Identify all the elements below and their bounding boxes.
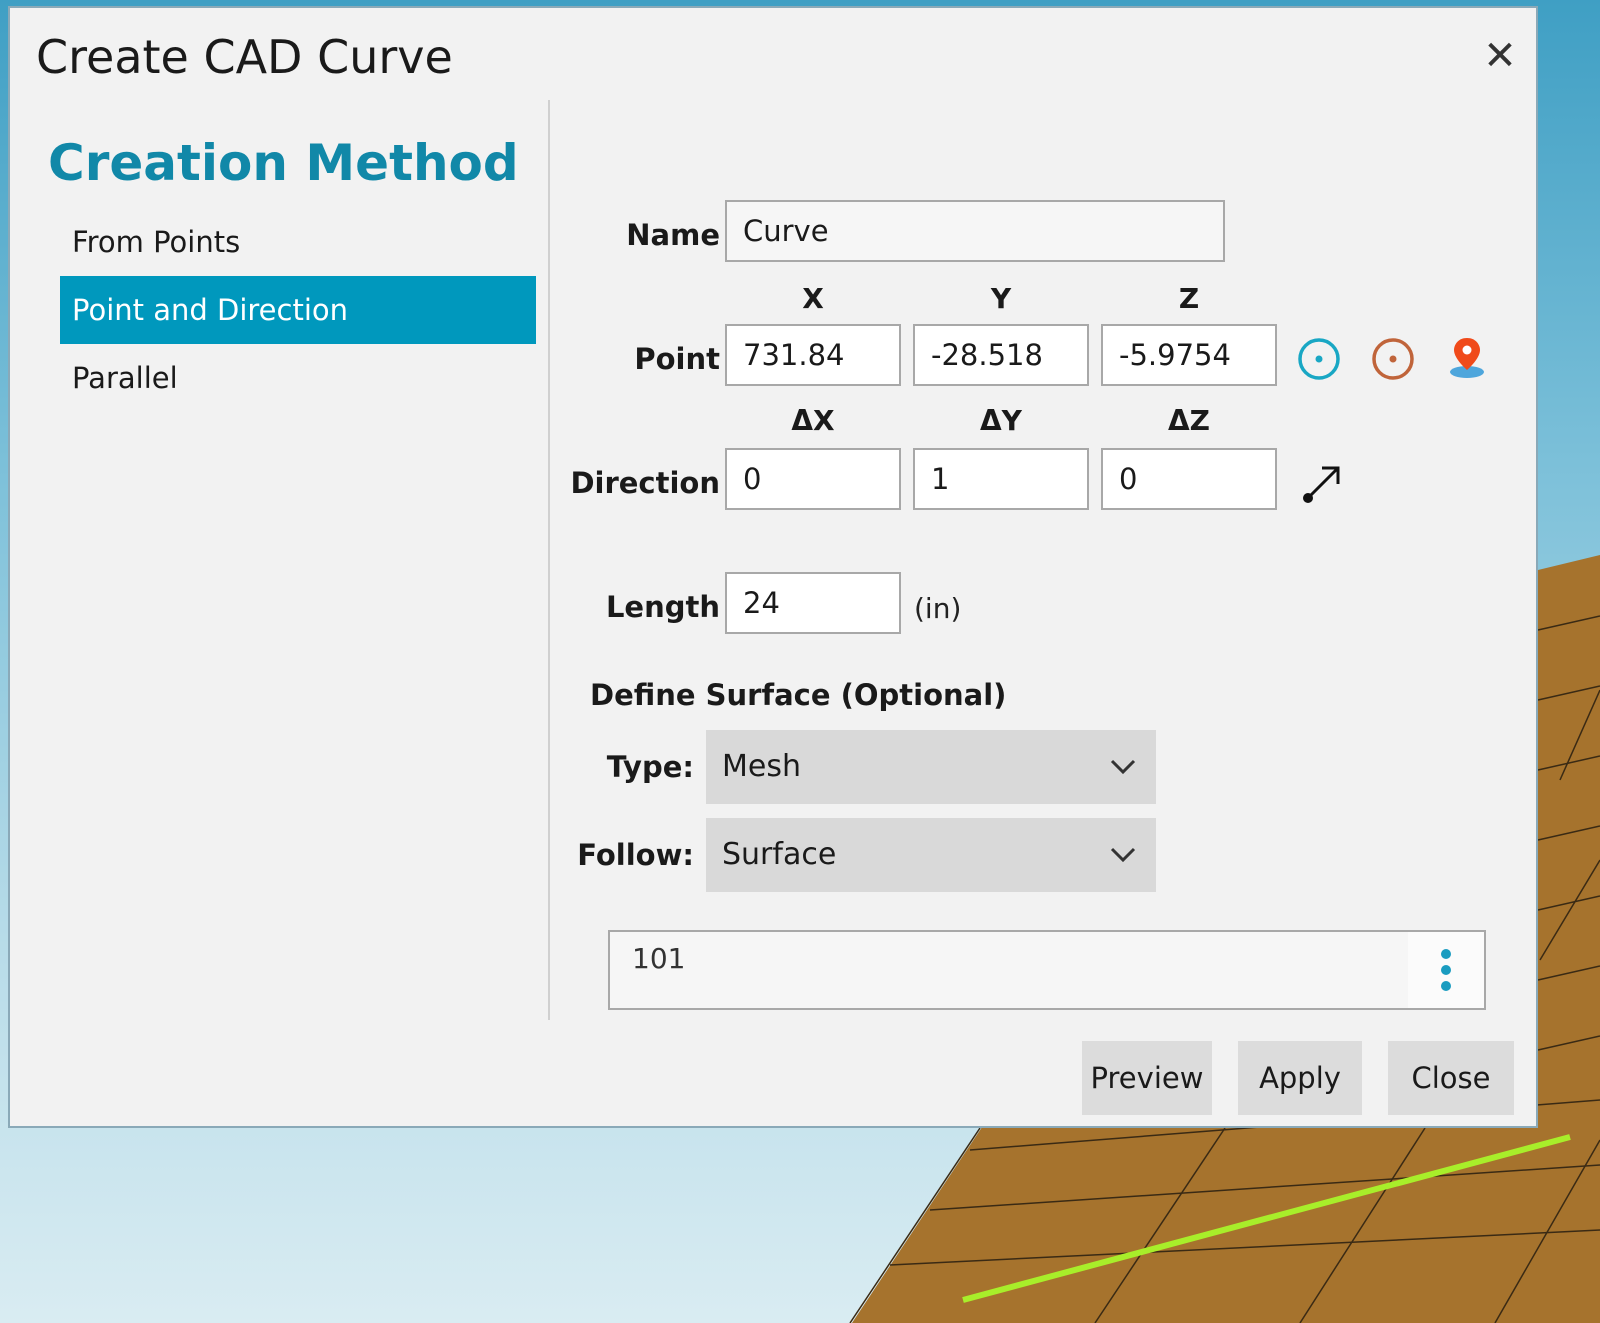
point-y-field[interactable]: -28.518 bbox=[913, 324, 1089, 386]
define-surface-heading: Define Surface (Optional) bbox=[590, 678, 1007, 712]
preview-button[interactable]: Preview bbox=[1082, 1041, 1212, 1115]
chevron-down-icon bbox=[1110, 847, 1136, 863]
dz-header: ΔZ bbox=[1168, 404, 1210, 437]
direction-label: Direction bbox=[570, 466, 720, 500]
create-cad-curve-dialog: Create CAD Curve ✕ Creation Method From … bbox=[8, 6, 1538, 1128]
y-header: Y bbox=[990, 282, 1012, 315]
direction-dy-field[interactable]: 1 bbox=[913, 448, 1089, 510]
close-icon[interactable]: ✕ bbox=[1480, 36, 1520, 76]
x-header: X bbox=[802, 282, 824, 315]
follow-label: Follow: bbox=[577, 838, 694, 872]
point-label: Point bbox=[634, 342, 720, 376]
direction-arrow-icon[interactable] bbox=[1300, 460, 1346, 506]
method-parallel[interactable]: Parallel bbox=[60, 344, 536, 412]
kebab-menu-icon[interactable] bbox=[1408, 932, 1484, 1008]
z-header: Z bbox=[1178, 282, 1200, 315]
dy-header: ΔY bbox=[980, 404, 1022, 437]
length-unit: (in) bbox=[914, 592, 962, 625]
dialog-title: Create CAD Curve bbox=[36, 30, 453, 84]
panel-divider bbox=[548, 100, 550, 1020]
follow-dropdown-value: Surface bbox=[722, 837, 837, 872]
close-button[interactable]: Close bbox=[1388, 1041, 1514, 1115]
length-field[interactable]: 24 bbox=[725, 572, 901, 634]
apply-button[interactable]: Apply bbox=[1238, 1041, 1362, 1115]
method-point-and-direction[interactable]: Point and Direction bbox=[60, 276, 536, 344]
length-label: Length bbox=[605, 590, 720, 624]
dx-header: ΔX bbox=[791, 404, 835, 437]
chevron-down-icon bbox=[1110, 759, 1136, 775]
direction-dx-field[interactable]: 0 bbox=[725, 448, 901, 510]
surface-selection-box[interactable]: 101 bbox=[608, 930, 1486, 1010]
type-dropdown[interactable]: Mesh bbox=[706, 730, 1156, 804]
target-circle-icon[interactable] bbox=[1296, 336, 1342, 382]
type-dropdown-value: Mesh bbox=[722, 749, 801, 784]
follow-dropdown[interactable]: Surface bbox=[706, 818, 1156, 892]
name-field[interactable]: Curve bbox=[725, 200, 1225, 262]
creation-method-heading: Creation Method bbox=[48, 134, 519, 192]
point-x-field[interactable]: 731.84 bbox=[725, 324, 901, 386]
direction-dz-field[interactable]: 0 bbox=[1101, 448, 1277, 510]
center-point-icon[interactable] bbox=[1370, 336, 1416, 382]
name-label: Name bbox=[626, 218, 720, 252]
point-z-field[interactable]: -5.9754 bbox=[1101, 324, 1277, 386]
method-from-points[interactable]: From Points bbox=[60, 208, 536, 276]
type-label: Type: bbox=[606, 750, 694, 784]
map-pin-icon[interactable] bbox=[1444, 332, 1490, 382]
surface-selection-value: 101 bbox=[632, 942, 686, 975]
